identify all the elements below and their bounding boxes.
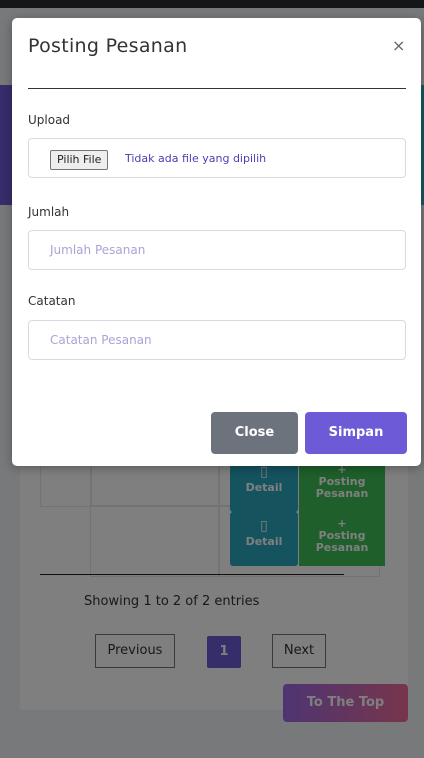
file-status-text: Tidak ada file yang dipilih [125, 152, 267, 165]
modal-title: Posting Pesanan [28, 35, 188, 57]
jumlah-label: Jumlah [28, 205, 70, 219]
upload-label: Upload [28, 113, 71, 127]
catatan-input[interactable]: Catatan Pesanan [28, 320, 406, 360]
posting-pesanan-modal: Posting Pesanan × Upload Pilih File Tida… [12, 18, 421, 466]
catatan-label: Catatan [28, 294, 76, 308]
jumlah-input[interactable]: Jumlah Pesanan [28, 230, 406, 270]
close-icon[interactable]: × [392, 36, 405, 55]
choose-file-button[interactable]: Pilih File [50, 150, 109, 170]
modal-divider [28, 88, 406, 89]
simpan-button[interactable]: Simpan [305, 412, 407, 454]
jumlah-placeholder: Jumlah Pesanan [50, 243, 146, 257]
catatan-placeholder: Catatan Pesanan [50, 333, 152, 347]
close-button[interactable]: Close [211, 412, 298, 454]
file-upload-field[interactable]: Pilih File Tidak ada file yang dipilih [28, 138, 406, 178]
